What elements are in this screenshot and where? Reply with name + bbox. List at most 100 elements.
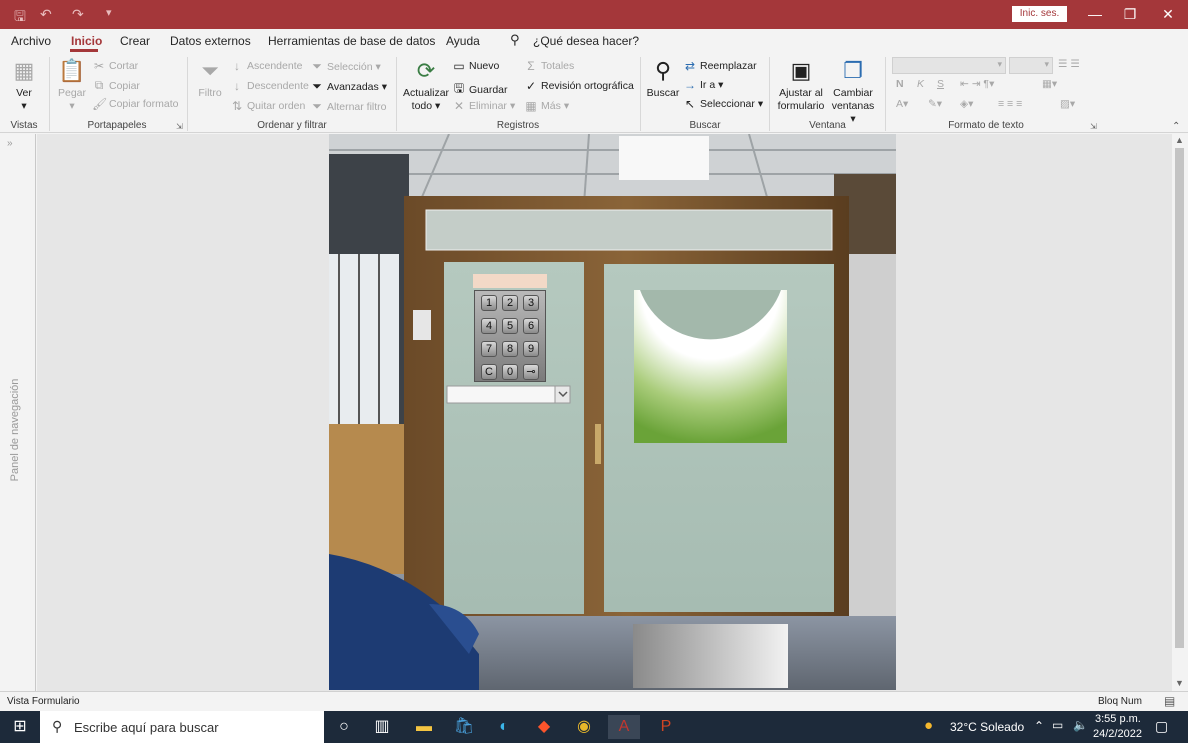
tab-inicio[interactable]: Inicio — [71, 34, 102, 48]
volume-icon[interactable]: 🔈 — [1073, 718, 1088, 732]
edge-icon[interactable]: ◐ — [488, 715, 520, 739]
selection-button[interactable]: ⏷ Selección ▾ — [310, 59, 381, 74]
indent-icons[interactable]: ⇤ ⇥ ¶▾ — [960, 78, 994, 90]
keypad-key-10[interactable]: C — [481, 364, 497, 380]
tab-crear[interactable]: Crear — [120, 34, 150, 48]
dialog-launcher-icon[interactable]: ⇲ — [1090, 122, 1097, 131]
minimize-icon[interactable]: — — [1080, 4, 1110, 24]
refresh-all-button[interactable]: ⟳ Actualizar todo ▾ — [402, 57, 450, 113]
highlight-icon[interactable]: ✎▾ — [928, 98, 942, 110]
taskbar-search-box[interactable]: ⚲ Escribe aquí para buscar — [40, 711, 324, 743]
fit-form-button[interactable]: ▣ Ajustar al formulario — [776, 57, 826, 113]
format-painter-button[interactable]: 🖌 Copiar formato — [92, 97, 178, 111]
select-button[interactable]: ↖ Seleccionar ▾ — [683, 97, 763, 111]
alt-row-color-icon[interactable]: ▨▾ — [1060, 98, 1075, 110]
navigation-pane[interactable]: » Panel de navegación — [0, 134, 36, 691]
advanced-button[interactable]: ⏷ Avanzadas ▾ — [310, 79, 387, 94]
totals-button[interactable]: Σ Totales — [524, 59, 574, 73]
keypad-key-6[interactable]: 6 — [523, 318, 539, 334]
spelling-button[interactable]: ✓ Revisión ortográfica — [524, 79, 634, 93]
scrollbar-thumb[interactable] — [1175, 148, 1184, 648]
close-icon[interactable]: ✕ — [1153, 4, 1183, 24]
find-button[interactable]: ⚲ Buscar — [646, 57, 680, 100]
toggle-filter-button[interactable]: ⏷ Alternar filtro — [310, 99, 386, 114]
cut-button[interactable]: ✂ Cortar — [92, 59, 138, 73]
task-view-icon[interactable]: ▥ — [366, 715, 398, 739]
notifications-icon[interactable]: ▢ — [1155, 718, 1168, 735]
dialog-launcher-icon[interactable]: ⇲ — [176, 122, 183, 131]
access-app-icon[interactable]: A — [608, 715, 640, 739]
delete-button[interactable]: ✕ Eliminar ▾ — [452, 99, 515, 113]
more-button[interactable]: ▦ Más ▾ — [524, 99, 569, 113]
cortana-icon[interactable]: ○ — [328, 715, 360, 739]
navigation-pane-label: Panel de navegación — [9, 378, 21, 482]
fit-label-2: formulario — [777, 100, 825, 112]
undo-icon[interactable]: ↶ — [40, 6, 52, 23]
keypad-key-3[interactable]: 3 — [523, 295, 539, 311]
keypad-key-12[interactable]: ⊸ — [523, 364, 539, 380]
copy-button[interactable]: ⧉ Copiar — [92, 78, 140, 93]
keypad-key-9[interactable]: 9 — [523, 341, 539, 357]
font-size-dropdown[interactable]: ▾ — [1009, 57, 1053, 74]
tell-me-box[interactable]: ¿Qué desea hacer? — [533, 34, 639, 48]
keypad-key-8[interactable]: 8 — [502, 341, 518, 357]
new-record-icon: ▭ — [453, 59, 465, 73]
gridlines-icon[interactable]: ▦▾ — [1042, 78, 1057, 90]
bullets-icon[interactable]: ☰ ☰ — [1058, 58, 1080, 70]
keypad-key-5[interactable]: 5 — [502, 318, 518, 334]
brave-icon[interactable]: ◆ — [528, 715, 560, 739]
keypad-key-2[interactable]: 2 — [502, 295, 518, 311]
sort-descending-button[interactable]: ↓ Descendente — [230, 79, 309, 93]
save-icon[interactable]: 🖫 — [14, 6, 26, 30]
filter-label: Filtro — [198, 87, 222, 99]
keypad-key-7[interactable]: 7 — [481, 341, 497, 357]
align-icons[interactable]: ≡ ≡ ≡ — [998, 98, 1022, 110]
store-icon[interactable]: 🛍 — [448, 715, 480, 739]
view-button[interactable]: ▦ Ver ▾ — [6, 57, 42, 113]
windows-start-icon[interactable]: ⊞ — [4, 715, 36, 739]
collapse-ribbon-icon[interactable]: ⌃ — [1172, 121, 1180, 132]
form-view-icon[interactable]: ▤ — [1164, 694, 1175, 708]
restore-icon[interactable]: ❐ — [1115, 4, 1145, 24]
chrome-icon[interactable]: ◉ — [568, 715, 600, 739]
keypad-key-11[interactable]: 0 — [502, 364, 518, 380]
tray-chevron-icon[interactable]: ⌃ — [1034, 719, 1044, 733]
bold-button[interactable]: N — [896, 78, 904, 90]
switch-windows-button[interactable]: ❐ Cambiar ventanas ▾ — [828, 57, 878, 126]
sort-ascending-button[interactable]: ↓ Ascendente — [230, 59, 302, 73]
underline-button[interactable]: S — [937, 78, 944, 90]
tab-herramientas[interactable]: Herramientas de base de datos — [268, 34, 435, 48]
scroll-up-icon[interactable]: ▲ — [1175, 135, 1184, 145]
clock-time[interactable]: 3:55 p.m. — [1095, 713, 1141, 725]
italic-button[interactable]: K — [917, 78, 924, 90]
paintbrush-icon: 🖌 — [92, 97, 108, 111]
scroll-down-icon[interactable]: ▼ — [1175, 678, 1184, 688]
keypad-key-1[interactable]: 1 — [481, 295, 497, 311]
save-record-button[interactable]: 🖫 Guardar — [452, 79, 508, 100]
tab-archivo[interactable]: Archivo — [11, 34, 51, 48]
file-explorer-icon[interactable]: ▬ — [408, 715, 440, 739]
customize-quick-access-icon[interactable]: ▾ — [106, 6, 112, 19]
redo-icon[interactable]: ↷ — [72, 6, 84, 23]
font-name-dropdown[interactable]: ▾ — [892, 57, 1006, 74]
replace-button[interactable]: ⇄ Reemplazar — [683, 59, 757, 73]
weather-text[interactable]: 32°C Soleado — [950, 720, 1024, 734]
sign-in-button[interactable]: Inic. ses. — [1012, 6, 1067, 22]
remove-sort-button[interactable]: ⇅ Quitar orden — [230, 99, 305, 113]
clock-date[interactable]: 24/2/2022 — [1093, 728, 1142, 740]
filter-button[interactable]: ⏷ Filtro — [194, 57, 226, 100]
goto-button[interactable]: → Ir a ▾ — [683, 78, 723, 92]
network-icon[interactable]: ▭ — [1052, 718, 1063, 732]
fill-color-icon[interactable]: ◈▾ — [960, 98, 973, 110]
tab-datos-externos[interactable]: Datos externos — [170, 34, 251, 48]
keypad-key-4[interactable]: 4 — [481, 318, 497, 334]
search-placeholder: Escribe aquí para buscar — [74, 720, 219, 735]
fit-window-icon: ▣ — [790, 58, 812, 83]
tab-ayuda[interactable]: Ayuda — [446, 34, 480, 48]
font-color-icon[interactable]: A▾ — [896, 98, 908, 110]
vertical-scrollbar[interactable]: ▲ ▼ — [1172, 134, 1188, 691]
expand-nav-icon[interactable]: » — [7, 138, 13, 149]
new-record-button[interactable]: ▭ Nuevo — [452, 59, 499, 73]
powerpoint-app-icon[interactable]: P — [650, 715, 682, 739]
paste-button[interactable]: 📋 Pegar ▾ — [56, 57, 88, 113]
